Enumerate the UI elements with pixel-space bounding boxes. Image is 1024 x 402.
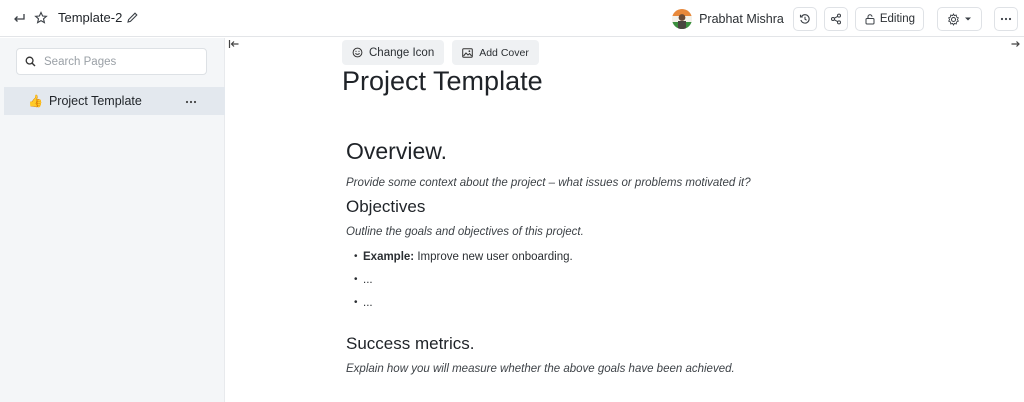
list-item: ... <box>346 274 866 297</box>
overview-text: Provide some context about the project –… <box>346 177 751 189</box>
objectives-heading: Objectives <box>346 197 426 216</box>
search-icon <box>25 56 36 67</box>
user-name: Prabhat Mishra <box>699 12 784 26</box>
editing-label: Editing <box>879 13 915 25</box>
success-metrics-text: Explain how you will measure whether the… <box>346 363 735 375</box>
add-cover-button[interactable]: Add Cover <box>452 40 539 65</box>
title-area: Template-2 <box>12 10 139 25</box>
image-icon <box>462 47 474 58</box>
objectives-text: Outline the goals and objectives of this… <box>346 226 584 238</box>
more-options-button[interactable] <box>994 7 1018 31</box>
smiley-icon <box>352 47 363 58</box>
change-icon-label: Change Icon <box>369 46 435 59</box>
toolbar-right: Prabhat Mishra Editing <box>672 7 1018 31</box>
page-header-actions: Change Icon Add Cover <box>342 40 539 65</box>
example-text: Improve new user onboarding. <box>414 251 573 263</box>
editing-button[interactable]: Editing <box>854 7 924 31</box>
avatar <box>672 9 693 29</box>
share-button[interactable] <box>823 7 848 31</box>
sidebar: 👍 Project Template <box>0 38 225 402</box>
top-bar: Template-2 Prabhat Mishra Editing <box>0 0 1024 37</box>
history-button[interactable] <box>792 7 817 31</box>
document-title[interactable]: Template-2 <box>58 10 122 25</box>
example-label: Example: <box>363 251 415 263</box>
more-horizontal-icon[interactable] <box>185 93 197 107</box>
list-item: Example: Improve new user onboarding. <box>346 251 866 274</box>
editor-area: Change Icon Add Cover Project Template O… <box>226 38 1024 402</box>
gear-icon <box>947 12 960 26</box>
back-arrow-icon[interactable] <box>12 11 26 25</box>
user-info[interactable]: Prabhat Mishra <box>672 9 784 29</box>
search-input[interactable] <box>44 55 194 68</box>
search-box[interactable] <box>16 48 207 75</box>
share-icon <box>830 13 842 25</box>
list-item: ... <box>346 297 866 320</box>
pencil-icon[interactable] <box>126 11 139 24</box>
history-icon <box>799 13 811 25</box>
sidebar-item-label: Project Template <box>48 94 142 108</box>
thumbs-up-icon: 👍 <box>28 94 43 108</box>
page-body[interactable]: Overview. Provide some context about the… <box>346 138 866 375</box>
more-horizontal-icon <box>1000 17 1012 21</box>
page-title[interactable]: Project Template <box>342 66 543 97</box>
settings-button[interactable] <box>937 7 982 31</box>
success-metrics-heading: Success metrics. <box>346 334 475 353</box>
chevron-down-icon <box>964 15 972 23</box>
star-icon[interactable] <box>34 10 48 25</box>
add-cover-label: Add Cover <box>479 46 529 59</box>
sidebar-item-project-template[interactable]: 👍 Project Template <box>4 87 225 115</box>
lock-edit-icon <box>864 13 876 25</box>
overview-heading: Overview. <box>346 138 447 164</box>
objectives-list: Example: Improve new user onboarding. ..… <box>346 251 866 320</box>
change-icon-button[interactable]: Change Icon <box>342 40 445 65</box>
